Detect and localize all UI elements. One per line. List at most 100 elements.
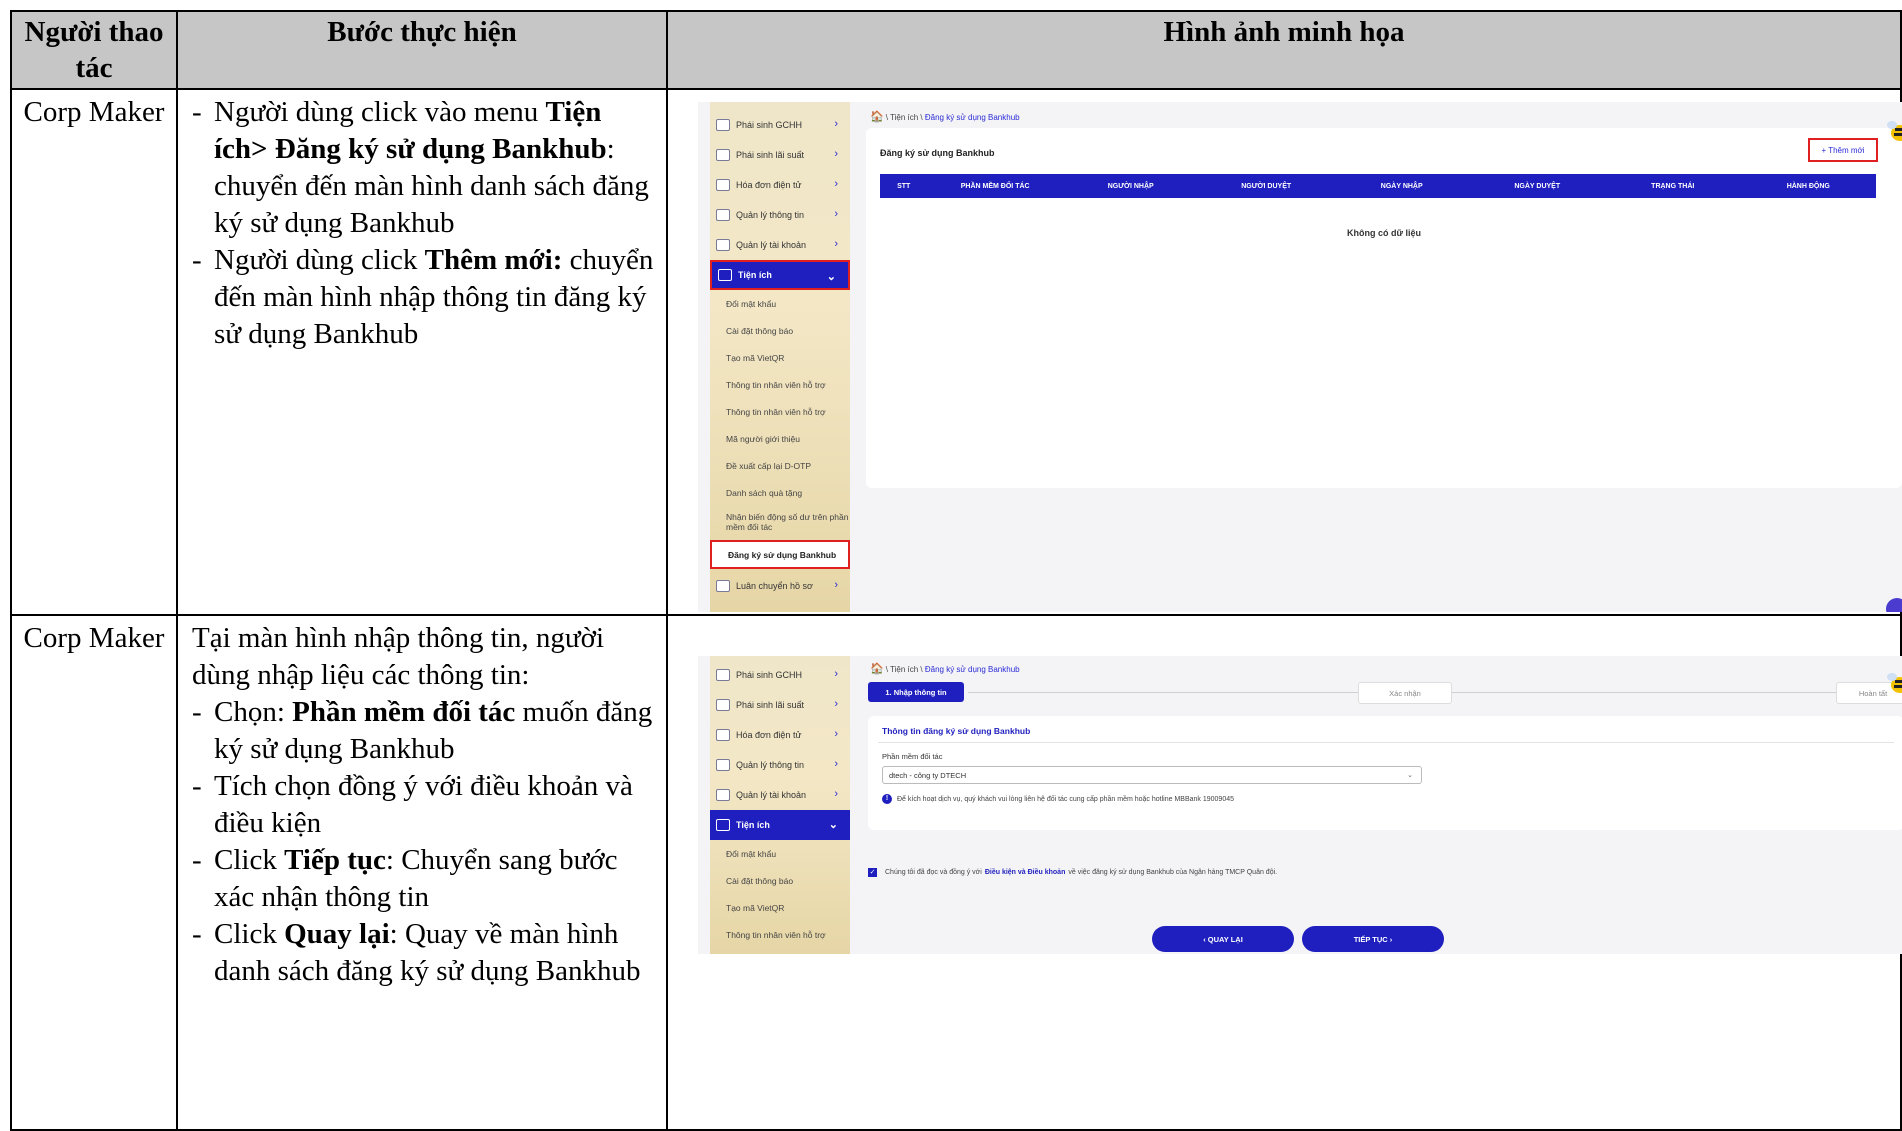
submenu-item[interactable]: Cài đặt thông báo [710, 317, 850, 344]
home-icon[interactable]: 🏠 [870, 111, 884, 123]
submenu-item[interactable]: Đổi mật khẩu [710, 840, 850, 867]
sidebar-item[interactable]: Quản lý thông tin › [710, 750, 850, 780]
chevron-right-icon: › [834, 208, 838, 220]
tools-icon [718, 269, 732, 281]
chevron-right-icon: › [834, 118, 838, 130]
column-header: NGƯỜI NHẬP [1107, 182, 1154, 190]
sidebar-item-label: Phái sinh lãi suất [736, 150, 805, 160]
sidebar-item[interactable]: Hóa đơn điện tử › [710, 170, 850, 200]
step-text: Click Quay lại: Quay về màn hình danh sá… [214, 916, 658, 990]
agree-checkbox[interactable]: ✓ [868, 868, 877, 877]
menu-icon [716, 119, 730, 131]
menu-icon [716, 179, 730, 191]
home-icon[interactable]: 🏠 [870, 663, 884, 675]
submenu-item[interactable]: Cài đặt thông báo [710, 867, 850, 894]
instruction-table: Người thao tác Bước thực hiện Hình ảnh m… [10, 10, 1902, 1131]
illustration-cell: Phái sinh GCHH › Phái sinh lãi suất › Hóa … [666, 88, 1902, 616]
step-text-part: Click [214, 844, 285, 876]
menu-icon [716, 729, 730, 741]
step-item: - Click Quay lại: Quay về màn hình danh s… [192, 916, 658, 990]
submenu-item[interactable]: Đổi mật khẩu [710, 290, 850, 317]
sidebar-item-label: Quản lý thông tin [736, 760, 805, 770]
column-header: PHẦN MỀM ĐỐI TÁC [960, 182, 1030, 190]
continue-button[interactable]: TIẾP TỤC › [1302, 926, 1444, 952]
submenu-item[interactable]: Thông tin nhân viên hỗ trợ [710, 398, 850, 425]
submenu-item-bankhub[interactable]: Đăng ký sử dụng Bankhub [710, 540, 850, 569]
step-bullet: - [192, 918, 202, 950]
sidebar-item[interactable]: Hóa đơn điện tử › [710, 720, 850, 750]
header-actor: Người thao tác [10, 10, 178, 90]
mascot-icon [1887, 121, 1902, 141]
sidebar-item-label: Quản lý thông tin [736, 210, 805, 220]
header-illustration: Hình ảnh minh họa [666, 10, 1902, 90]
menu-icon [716, 239, 730, 251]
chevron-right-icon: › [834, 758, 838, 770]
sidebar-item[interactable]: Luân chuyển hồ sơ › [710, 571, 850, 601]
submenu-item[interactable]: Mã người giới thiệu [710, 425, 850, 452]
chevron-down-icon: ⌄ [828, 819, 838, 831]
sidebar-item[interactable]: Phái sinh lãi suất › [710, 690, 850, 720]
step-text-part: Tích chọn đồng ý với điều khoản và điều … [214, 770, 633, 839]
divider [878, 742, 1894, 743]
sidebar: Phái sinh GCHH › Phái sinh lãi suất › Hóa … [710, 102, 850, 612]
submenu-item[interactable]: Tạo mã VietQR [710, 344, 850, 371]
menu-icon [716, 789, 730, 801]
list-card: Đăng ký sử dụng Bankhub + Thêm mới STT PH… [866, 128, 1902, 488]
sidebar-item[interactable]: Quản lý tài khoản › [710, 780, 850, 810]
step-text-bold: Tiếp tục [284, 844, 386, 876]
step-bullet: - [192, 696, 202, 728]
step-bullet: - [192, 770, 202, 802]
column-header: HÀNH ĐỘNG [1786, 182, 1830, 190]
chevron-right-icon: › [834, 668, 838, 680]
step-text: Click Tiếp tục: Chuyển sang bước xác nhậ… [214, 842, 658, 916]
sidebar-item[interactable]: Phái sinh GCHH › [710, 660, 850, 690]
sidebar-item[interactable]: Quản lý thông tin › [710, 200, 850, 230]
column-header: NGÀY DUYỆT [1514, 182, 1561, 190]
step-text: Người dùng click vào menu Tiện ích> Đăng… [214, 94, 658, 242]
tools-icon [716, 819, 730, 831]
step-text-part: Click [214, 918, 285, 950]
column-header: TRẠNG THÁI [1651, 182, 1695, 190]
chevron-right-icon: › [834, 148, 838, 160]
screenshot-list: Phái sinh GCHH › Phái sinh lãi suất › Hóa … [698, 102, 1902, 612]
sidebar-item[interactable]: Quản lý tài khoản › [710, 230, 850, 260]
step-text-bold: Phần mềm đối tác [292, 696, 516, 728]
chat-bubble-icon[interactable] [1886, 598, 1902, 612]
submenu-item[interactable]: Nhận biến động số dư trên phần mềm đối t… [710, 506, 850, 538]
submenu-item[interactable]: Tạo mã VietQR [710, 894, 850, 921]
breadcrumb: 🏠 \ Tiện ích \ Đăng ký sử dụng Bankhub [870, 663, 1020, 675]
submenu-item[interactable]: Đề xuất cấp lại D-OTP [710, 452, 850, 479]
sidebar-item-tien-ich[interactable]: Tiện ích ⌄ [710, 810, 850, 840]
menu-icon [716, 209, 730, 221]
submenu-item[interactable]: Danh sách quà tặng [710, 479, 850, 506]
illustration-cell: Phái sinh GCHH › Phái sinh lãi suất › Hóa … [666, 614, 1902, 1131]
chevron-down-icon: ⌄ [1407, 772, 1413, 779]
partner-software-select[interactable]: dtech - công ty DTECH ⌄ [882, 766, 1422, 784]
screenshot-form: Phái sinh GCHH › Phái sinh lãi suất › Hóa … [698, 656, 1902, 954]
sidebar-item-tien-ich[interactable]: Tiện ích ⌄ [710, 260, 850, 290]
submenu: Đổi mật khẩu Cài đặt thông báo Tạo mã Viet… [710, 840, 850, 948]
partner-software-value: dtech - công ty DTECH [889, 770, 967, 780]
submenu-item[interactable]: Thông tin nhân viên hỗ trợ [710, 921, 850, 948]
terms-agreement: ✓ Chúng tôi đã đọc và đồng ý với Điều ki… [868, 868, 1277, 877]
sidebar-item[interactable]: Phái sinh lãi suất › [710, 140, 850, 170]
back-button[interactable]: ‹ QUAY LẠI [1152, 926, 1294, 952]
breadcrumb-current[interactable]: Đăng ký sử dụng Bankhub [925, 665, 1020, 674]
step-item: - Tích chọn đồng ý với điều khoản và điều… [192, 768, 658, 842]
terms-link[interactable]: Điều kiện và Điều khoản [985, 869, 1066, 876]
step-text: Tích chọn đồng ý với điều khoản và điều … [214, 768, 658, 842]
table-header: STT PHẦN MỀM ĐỐI TÁC NGƯỜI NHẬP NGƯỜI DUYỆT… [880, 174, 1876, 198]
header-steps: Bước thực hiện [176, 10, 668, 90]
step-input: 1. Nhập thông tin [868, 682, 964, 702]
card-title: Đăng ký sử dụng Bankhub [880, 148, 995, 158]
submenu-item[interactable]: Thông tin nhân viên hỗ trợ [710, 371, 850, 398]
menu-icon [716, 759, 730, 771]
sidebar-item[interactable]: Phái sinh GCHH › [710, 110, 850, 140]
step-text-part: Người dùng click [214, 244, 425, 276]
breadcrumb-current[interactable]: Đăng ký sử dụng Bankhub [925, 113, 1020, 122]
sidebar-item-label: Luân chuyển hồ sơ [736, 581, 813, 591]
step-text-bold: Thêm mới: [424, 244, 563, 276]
add-new-button[interactable]: + Thêm mới [1808, 138, 1878, 162]
step-confirm: Xác nhận [1358, 682, 1452, 704]
empty-state: Không có dữ liệu [1346, 228, 1421, 238]
